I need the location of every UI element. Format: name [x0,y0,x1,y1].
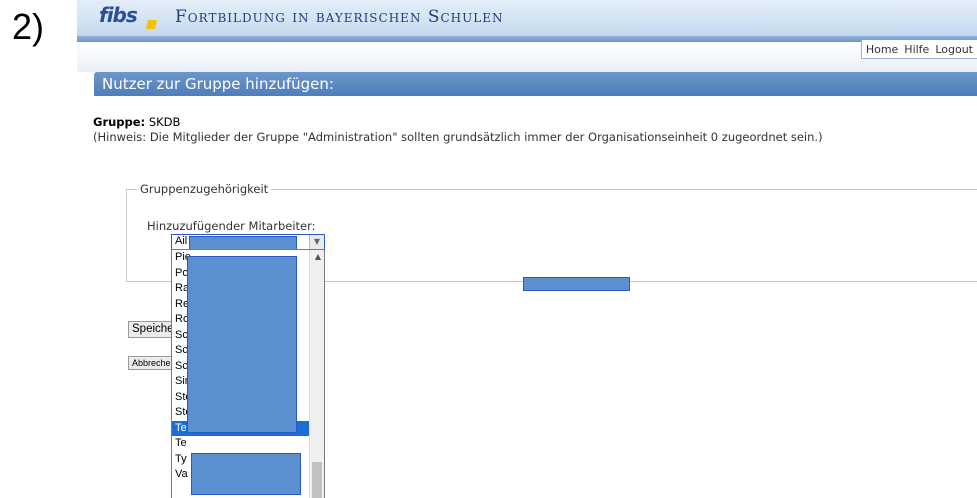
group-info: Gruppe: SKDB [93,115,180,129]
step-label: 2) [12,6,45,47]
scrollbar-thumb[interactable] [312,462,322,498]
banner: fibs Fortbildung in bayerischen Schulen [77,0,977,42]
home-link[interactable]: Home [866,43,898,56]
redaction-box [523,277,630,291]
dropdown-option[interactable]: Te [172,436,324,452]
logo-accent [145,20,158,29]
page-header-bar: Nutzer zur Gruppe hinzufügen: [94,72,977,96]
background-decoration [77,42,977,72]
select-value: Ail [175,235,188,247]
employee-label: Hinzuzufügender Mitarbeiter: [147,219,316,233]
redaction-box [189,236,297,250]
fibs-logo[interactable]: fibs [99,3,138,27]
logout-link[interactable]: Logout [935,43,973,56]
fieldset-legend: Gruppenzugehörigkeit [140,182,269,196]
app-window: fibs Fortbildung in bayerischen Schulen … [77,0,977,498]
redaction-box [191,453,301,495]
help-link[interactable]: Hilfe [904,43,929,56]
redaction-box [187,256,297,433]
chevron-down-icon[interactable]: ▼ [309,235,324,249]
top-navigation: Home Hilfe Logout [860,40,977,59]
group-label: Gruppe: [93,115,146,129]
hint-text: (Hinweis: Die Mitglieder der Gruppe "Adm… [93,130,823,144]
group-value: SKDB [148,115,181,129]
banner-title: Fortbildung in bayerischen Schulen [175,7,504,27]
page-title: Nutzer zur Gruppe hinzufügen: [102,75,334,93]
dropdown-scrollbar[interactable]: ▲ [309,250,324,498]
chevron-up-icon[interactable]: ▲ [315,252,321,261]
